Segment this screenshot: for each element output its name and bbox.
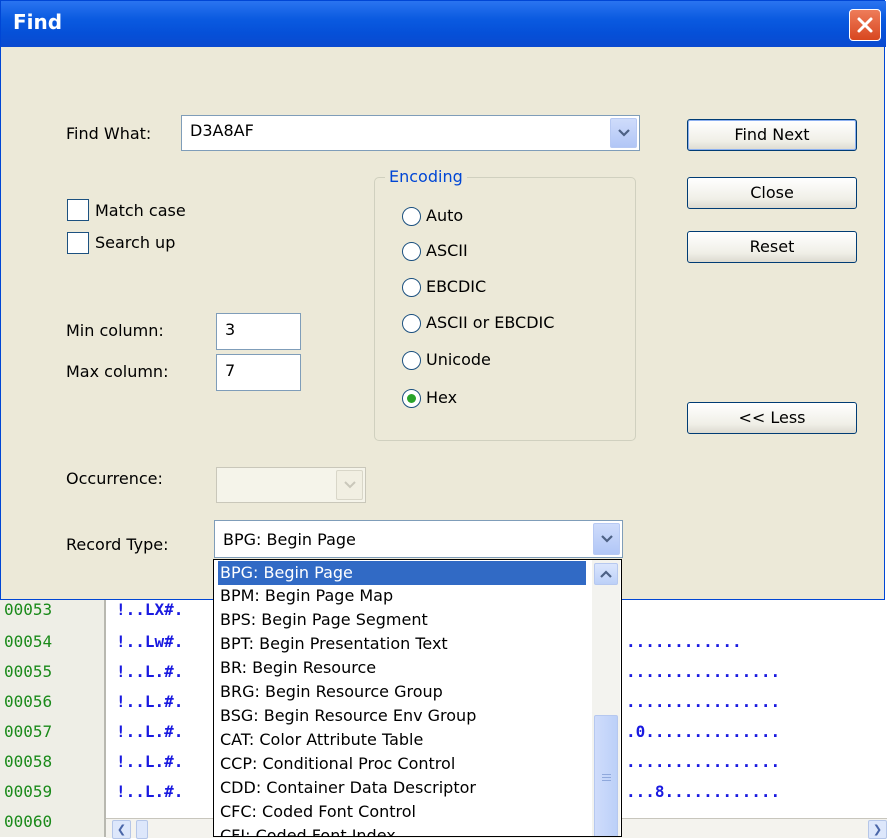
list-item[interactable]: CFC: Coded Font Control <box>218 800 586 824</box>
list-vertical-scrollbar[interactable] <box>592 560 620 836</box>
line-number: 00055 <box>4 662 53 681</box>
scroll-thumb[interactable] <box>136 820 148 839</box>
match-case-checkbox[interactable] <box>67 199 89 221</box>
title-bar[interactable]: Find <box>1 1 886 47</box>
encoding-hex-label[interactable]: Hex <box>426 388 457 407</box>
line-number: 00056 <box>4 692 53 711</box>
find-what-combo[interactable]: D3A8AF <box>181 115 640 151</box>
record-type-label: Record Type: <box>66 535 169 554</box>
occurrence-label: Occurrence: <box>66 469 163 488</box>
encoding-title: Encoding <box>385 167 467 186</box>
list-item[interactable]: BPG: Begin Page <box>218 561 586 585</box>
encoding-unicode-radio[interactable] <box>402 351 421 370</box>
encoding-ascii-label[interactable]: ASCII <box>426 241 468 260</box>
chevron-up-icon[interactable] <box>594 563 618 585</box>
encoding-hex-radio[interactable] <box>402 389 421 408</box>
encoding-auto-label[interactable]: Auto <box>426 206 463 225</box>
encoding-ebcdic-radio[interactable] <box>402 278 421 297</box>
record-row-tail: ................ <box>626 662 781 681</box>
min-column-value[interactable]: 3 <box>225 320 235 339</box>
max-column-value[interactable]: 7 <box>225 361 235 380</box>
record-row[interactable]: !..L.#. <box>116 692 183 711</box>
min-column-input[interactable]: 3 <box>216 313 301 350</box>
line-number: 00057 <box>4 722 53 741</box>
find-what-value[interactable]: D3A8AF <box>190 121 254 140</box>
less-button[interactable]: << Less <box>687 402 857 434</box>
scroll-left-icon[interactable]: ❮ <box>112 820 131 839</box>
line-number: 00060 <box>4 812 53 831</box>
line-number: 00058 <box>4 752 53 771</box>
search-up-label[interactable]: Search up <box>95 233 175 252</box>
dialog-title: Find <box>13 10 63 34</box>
encoding-auto-radio[interactable] <box>402 207 421 226</box>
list-item[interactable]: BSG: Begin Resource Env Group <box>218 704 586 728</box>
encoding-ascii-or-ebcdic-radio[interactable] <box>402 314 421 333</box>
match-case-label[interactable]: Match case <box>95 201 186 220</box>
record-row-tail: ...8............ <box>626 782 781 801</box>
find-next-button[interactable]: Find Next <box>687 119 857 151</box>
list-item[interactable]: BR: Begin Resource <box>218 656 586 680</box>
record-row-tail: ............ <box>626 632 742 651</box>
list-item[interactable]: CDD: Container Data Descriptor <box>218 776 586 800</box>
max-column-input[interactable]: 7 <box>216 354 301 391</box>
max-column-label: Max column: <box>66 362 169 381</box>
record-row[interactable]: !..L.#. <box>116 662 183 681</box>
record-row-tail: ................ <box>626 692 781 711</box>
record-row-tail: ................ <box>626 752 781 771</box>
chevron-down-icon[interactable] <box>610 118 637 148</box>
record-row[interactable]: !..Lw#. <box>116 632 183 651</box>
chevron-down-icon <box>336 470 363 500</box>
list-item[interactable]: BPT: Begin Presentation Text <box>218 632 586 656</box>
line-number-gutter: 00053 00054 00055 00056 00057 00058 0005… <box>0 600 106 837</box>
encoding-ascii-radio[interactable] <box>402 242 421 261</box>
list-item[interactable]: BPM: Begin Page Map <box>218 584 586 608</box>
list-item[interactable]: CFI: Coded Font Index <box>218 824 586 836</box>
list-item[interactable]: BPS: Begin Page Segment <box>218 608 586 632</box>
record-type-value[interactable]: BPG: Begin Page <box>223 530 356 549</box>
list-scroll-thumb[interactable] <box>594 715 618 836</box>
encoding-ascii-or-ebcdic-label[interactable]: ASCII or EBCDIC <box>426 313 554 332</box>
record-row[interactable]: !..L.#. <box>116 752 183 771</box>
record-row[interactable]: !..LX#. <box>116 600 183 619</box>
reset-button[interactable]: Reset <box>687 231 857 263</box>
record-type-combo[interactable]: BPG: Begin Page <box>214 520 623 558</box>
list-item[interactable]: CAT: Color Attribute Table <box>218 728 586 752</box>
close-icon[interactable] <box>849 9 881 41</box>
find-dialog: Find Find What: D3A8AF Match case Search… <box>0 0 886 600</box>
line-number: 00059 <box>4 782 53 801</box>
find-what-label: Find What: <box>66 124 152 143</box>
close-button[interactable]: Close <box>687 177 857 209</box>
list-item[interactable]: BRG: Begin Resource Group <box>218 680 586 704</box>
record-type-dropdown-list[interactable]: BPG: Begin Page BPM: Begin Page Map BPS:… <box>213 559 622 837</box>
record-row[interactable]: !..L.#. <box>116 782 183 801</box>
line-number: 00054 <box>4 632 53 651</box>
record-row-tail: .0.............. <box>626 722 781 741</box>
line-number: 00053 <box>4 600 53 619</box>
occurrence-combo <box>216 467 366 503</box>
min-column-label: Min column: <box>66 321 164 340</box>
record-row[interactable]: !..L.#. <box>116 722 183 741</box>
list-item[interactable]: CCP: Conditional Proc Control <box>218 752 586 776</box>
search-up-checkbox[interactable] <box>67 232 89 254</box>
chevron-down-icon[interactable] <box>593 523 620 555</box>
encoding-ebcdic-label[interactable]: EBCDIC <box>426 277 486 296</box>
scroll-right-icon[interactable]: ❯ <box>868 820 887 839</box>
encoding-unicode-label[interactable]: Unicode <box>426 350 491 369</box>
